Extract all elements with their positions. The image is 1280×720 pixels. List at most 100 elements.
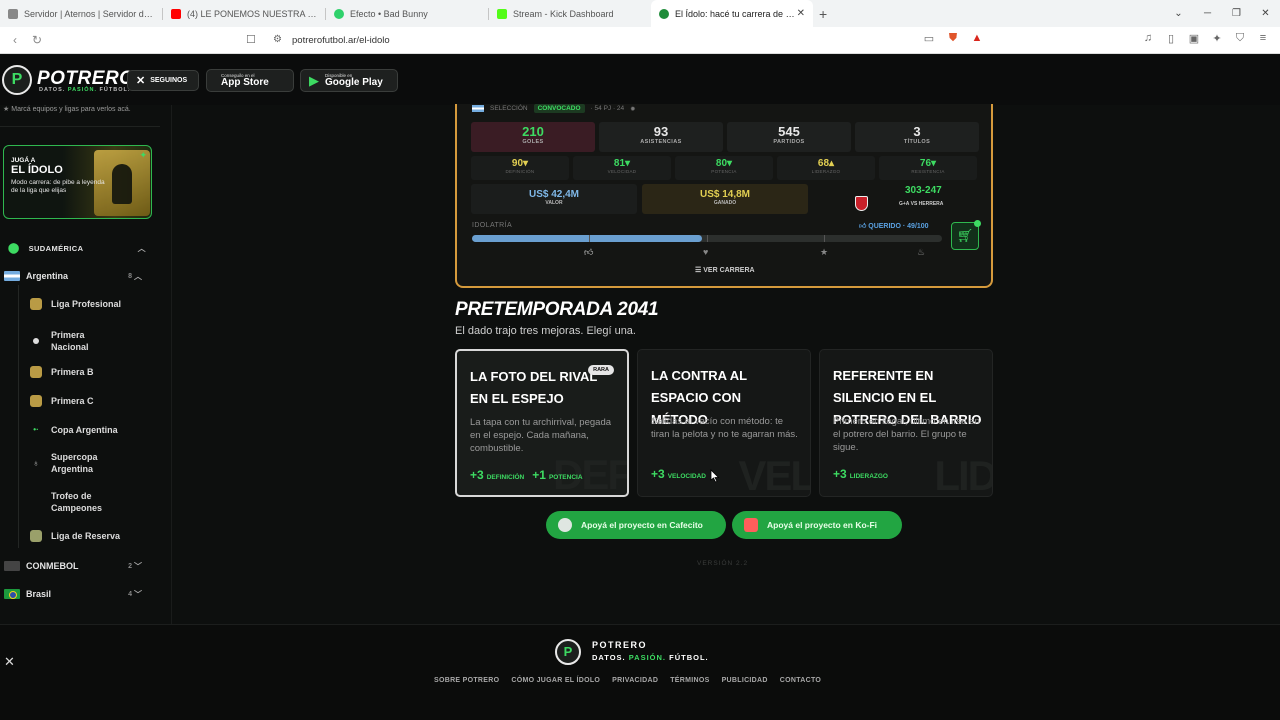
- attr-potencia: 80▾ POTENCIA: [675, 156, 773, 180]
- cart-icon: 🛒︎: [956, 228, 974, 243]
- sidebar-icon[interactable]: ▯: [1164, 32, 1178, 45]
- trophy-icon: [30, 496, 42, 508]
- potrero-favicon-icon: [659, 8, 669, 19]
- pretemporada-title: PRETEMPORADA 2041: [455, 299, 659, 320]
- sidebar-item-brasil[interactable]: Brasil 4 ﹀: [4, 585, 164, 603]
- google-play-button[interactable]: ▶ Disponible en Google Play: [300, 69, 398, 92]
- vpn-icon[interactable]: ⛉: [1233, 32, 1247, 45]
- close-tab-icon[interactable]: ✕: [797, 8, 805, 19]
- leo-icon[interactable]: ✦: [1210, 32, 1224, 45]
- browser-tab[interactable]: Efecto • Bad Bunny: [326, 0, 488, 27]
- sidebar-item-primera-nacional[interactable]: Primera Nacional: [30, 329, 150, 353]
- national-team-row: SELECCIÓN CONVOCADO · 54 PJ · 24 ✹: [472, 104, 636, 113]
- follow-x-button[interactable]: ✕ SEGUINOS: [127, 70, 199, 91]
- ver-carrera-link[interactable]: ☰ VER CARRERA: [695, 266, 755, 274]
- reload-icon[interactable]: ↻: [26, 33, 48, 47]
- footer-link-privacidad[interactable]: PRIVACIDAD: [612, 677, 658, 684]
- address-bar: ‹ ↻ ☐ ⚙ potrerofutbol.ar/el-idolo ▭ ⛊ ▲ …: [0, 27, 1280, 54]
- browser-tab[interactable]: Servidor | Aternos | Servidor de Mine: [0, 0, 162, 27]
- sidebar-region-sudamerica[interactable]: ⬤ SUDAMÉRICA ︿: [8, 239, 168, 257]
- footer-link-sobre[interactable]: SOBRE POTRERO: [434, 677, 499, 684]
- club-crest-icon: [855, 196, 868, 211]
- stat-titulos: 3 TÍTULOS: [855, 122, 979, 152]
- trophy-icon: ♁: [32, 458, 40, 468]
- app-store-button[interactable]: Conseguilo en el App Store: [206, 69, 294, 92]
- potrero-logo-icon[interactable]: P: [2, 65, 32, 95]
- minimize-button[interactable]: ─: [1193, 0, 1222, 27]
- new-tab-button[interactable]: +: [819, 6, 827, 22]
- footer-link-contacto[interactable]: CONTACTO: [780, 677, 821, 684]
- footer-link-como-jugar[interactable]: CÓMO JUGAR EL ÍDOLO: [511, 677, 600, 684]
- browser-tab-active[interactable]: El Ídolo: hacé tu carrera de fútbo ✕: [651, 0, 813, 27]
- sidebar-item-argentina[interactable]: Argentina 8 ︿: [4, 267, 164, 285]
- upgrade-option-foto-del-rival[interactable]: DEF LA FOTO DEL RIVAL EN EL ESPEJO RARA …: [455, 349, 629, 497]
- rewards-icon[interactable]: ▲: [970, 32, 984, 45]
- upgrade-option-referente-en-silencio[interactable]: LID REFERENTE EN SILENCIO EN EL POTRERO …: [819, 349, 993, 497]
- flame-icon: ♨: [917, 247, 926, 257]
- site-settings-icon[interactable]: ⚙: [273, 34, 282, 45]
- sidebar: ★ Marcá equipos y ligas para verlos acá.…: [0, 105, 172, 625]
- attr-velocidad: 81▾ VELOCIDAD: [573, 156, 671, 180]
- sidebar-item-trofeo-de-campeones[interactable]: Trofeo de Campeones: [30, 490, 150, 514]
- el-idolo-promo[interactable]: ✦ JUGÁ A EL ÍDOLO Modo carrera: de pibe …: [3, 145, 152, 219]
- x-logo-icon: ✕: [136, 75, 146, 87]
- browser-tabbar: Servidor | Aternos | Servidor de Mine (4…: [0, 0, 1280, 27]
- sparkle-icon: ✦: [139, 150, 147, 160]
- bonus-list: +3 DEFINICIÓN +1 POTENCIA: [470, 468, 583, 482]
- stat-goles: 210 GOLES: [471, 122, 595, 152]
- restore-button[interactable]: ❐: [1222, 0, 1251, 27]
- sidebar-item-liga-profesional[interactable]: Liga Profesional: [30, 295, 150, 313]
- league-badge-icon: [30, 530, 42, 542]
- potrero-logo-icon[interactable]: P: [555, 639, 581, 665]
- idolatria-label: IDOLATRÍA: [472, 222, 513, 229]
- cup-icon: •·: [33, 425, 39, 434]
- browser-tab[interactable]: (4) LE PONEMOS NUESTRA VOZ A PI: [163, 0, 325, 27]
- chevron-down-icon: ﹀: [134, 561, 142, 571]
- attr-liderazgo: 68▴ LIDERAZGO: [777, 156, 875, 180]
- google-play-icon: ▶: [309, 72, 319, 88]
- tab-title: Stream - Kick Dashboard: [513, 8, 614, 19]
- cafecito-icon: [558, 518, 572, 532]
- cafecito-support-button[interactable]: Apoyá el proyecto en Cafecito: [546, 511, 726, 539]
- kofi-support-button[interactable]: Apoyá el proyecto en Ko-Fi: [732, 511, 902, 539]
- browser-tab[interactable]: Stream - Kick Dashboard: [489, 0, 651, 27]
- league-badge-icon: [30, 366, 42, 378]
- footer-brand: POTRERO: [592, 640, 648, 650]
- idolatria-bar-fill: [472, 235, 703, 242]
- stat-valor: US$ 42,4M VALOR: [471, 184, 637, 214]
- attr-definicion: 90▾ DEFINICIÓN: [471, 156, 569, 180]
- location-pin-icon: ⬤: [8, 242, 20, 254]
- star-icon: ★: [820, 247, 829, 257]
- wallet-icon[interactable]: ▣: [1187, 32, 1201, 45]
- stat-partidos: 545 PARTIDOS: [727, 122, 851, 152]
- brave-shield-icon[interactable]: ⛊: [946, 32, 960, 45]
- notification-dot: [974, 220, 981, 227]
- screen-icon[interactable]: ▭: [922, 32, 936, 45]
- music-icon[interactable]: ♫: [1141, 32, 1155, 45]
- mouse-cursor-icon: [710, 469, 720, 483]
- sidebar-item-primera-c[interactable]: Primera C: [30, 392, 150, 410]
- bookmark-icon[interactable]: ☐: [246, 33, 256, 46]
- idolatria-state: 👍︎ QUERIDO · 49/100: [859, 223, 929, 230]
- sidebar-item-copa-argentina[interactable]: •· Copa Argentina: [30, 421, 150, 439]
- x-social-icon[interactable]: ✕: [4, 654, 15, 670]
- sidebar-item-liga-de-reserva[interactable]: Liga de Reserva: [30, 527, 150, 545]
- footer-link-publicidad[interactable]: PUBLICIDAD: [722, 677, 768, 684]
- sidebar-item-primera-b[interactable]: Primera B: [30, 363, 150, 381]
- back-icon[interactable]: ‹: [4, 33, 26, 47]
- chevron-up-icon: ︿: [137, 243, 146, 253]
- stat-ganado: US$ 14,8M GANADO: [642, 184, 808, 214]
- kofi-cup-icon: [744, 518, 758, 532]
- sidebar-item-conmebol[interactable]: CONMEBOL 2 ﹀: [4, 557, 164, 575]
- settings-icon: ✹: [630, 105, 636, 113]
- tab-search-icon[interactable]: ⌄: [1164, 0, 1193, 27]
- url-field[interactable]: potrerofutbol.ar/el-idolo: [292, 35, 390, 46]
- kick-icon: [497, 8, 507, 19]
- footer-link-terminos[interactable]: TÉRMINOS: [670, 677, 709, 684]
- upgrade-option-contra-al-espacio[interactable]: VEL LA CONTRA AL ESPACIO CON MÉTODO Sali…: [637, 349, 811, 497]
- close-window-button[interactable]: ✕: [1251, 0, 1280, 27]
- league-badge-icon: [30, 298, 42, 310]
- tab-title: El Ídolo: hacé tu carrera de fútbo: [675, 8, 797, 19]
- sidebar-item-supercopa-argentina[interactable]: ♁ Supercopa Argentina: [30, 451, 150, 475]
- menu-icon[interactable]: ≡: [1256, 32, 1270, 45]
